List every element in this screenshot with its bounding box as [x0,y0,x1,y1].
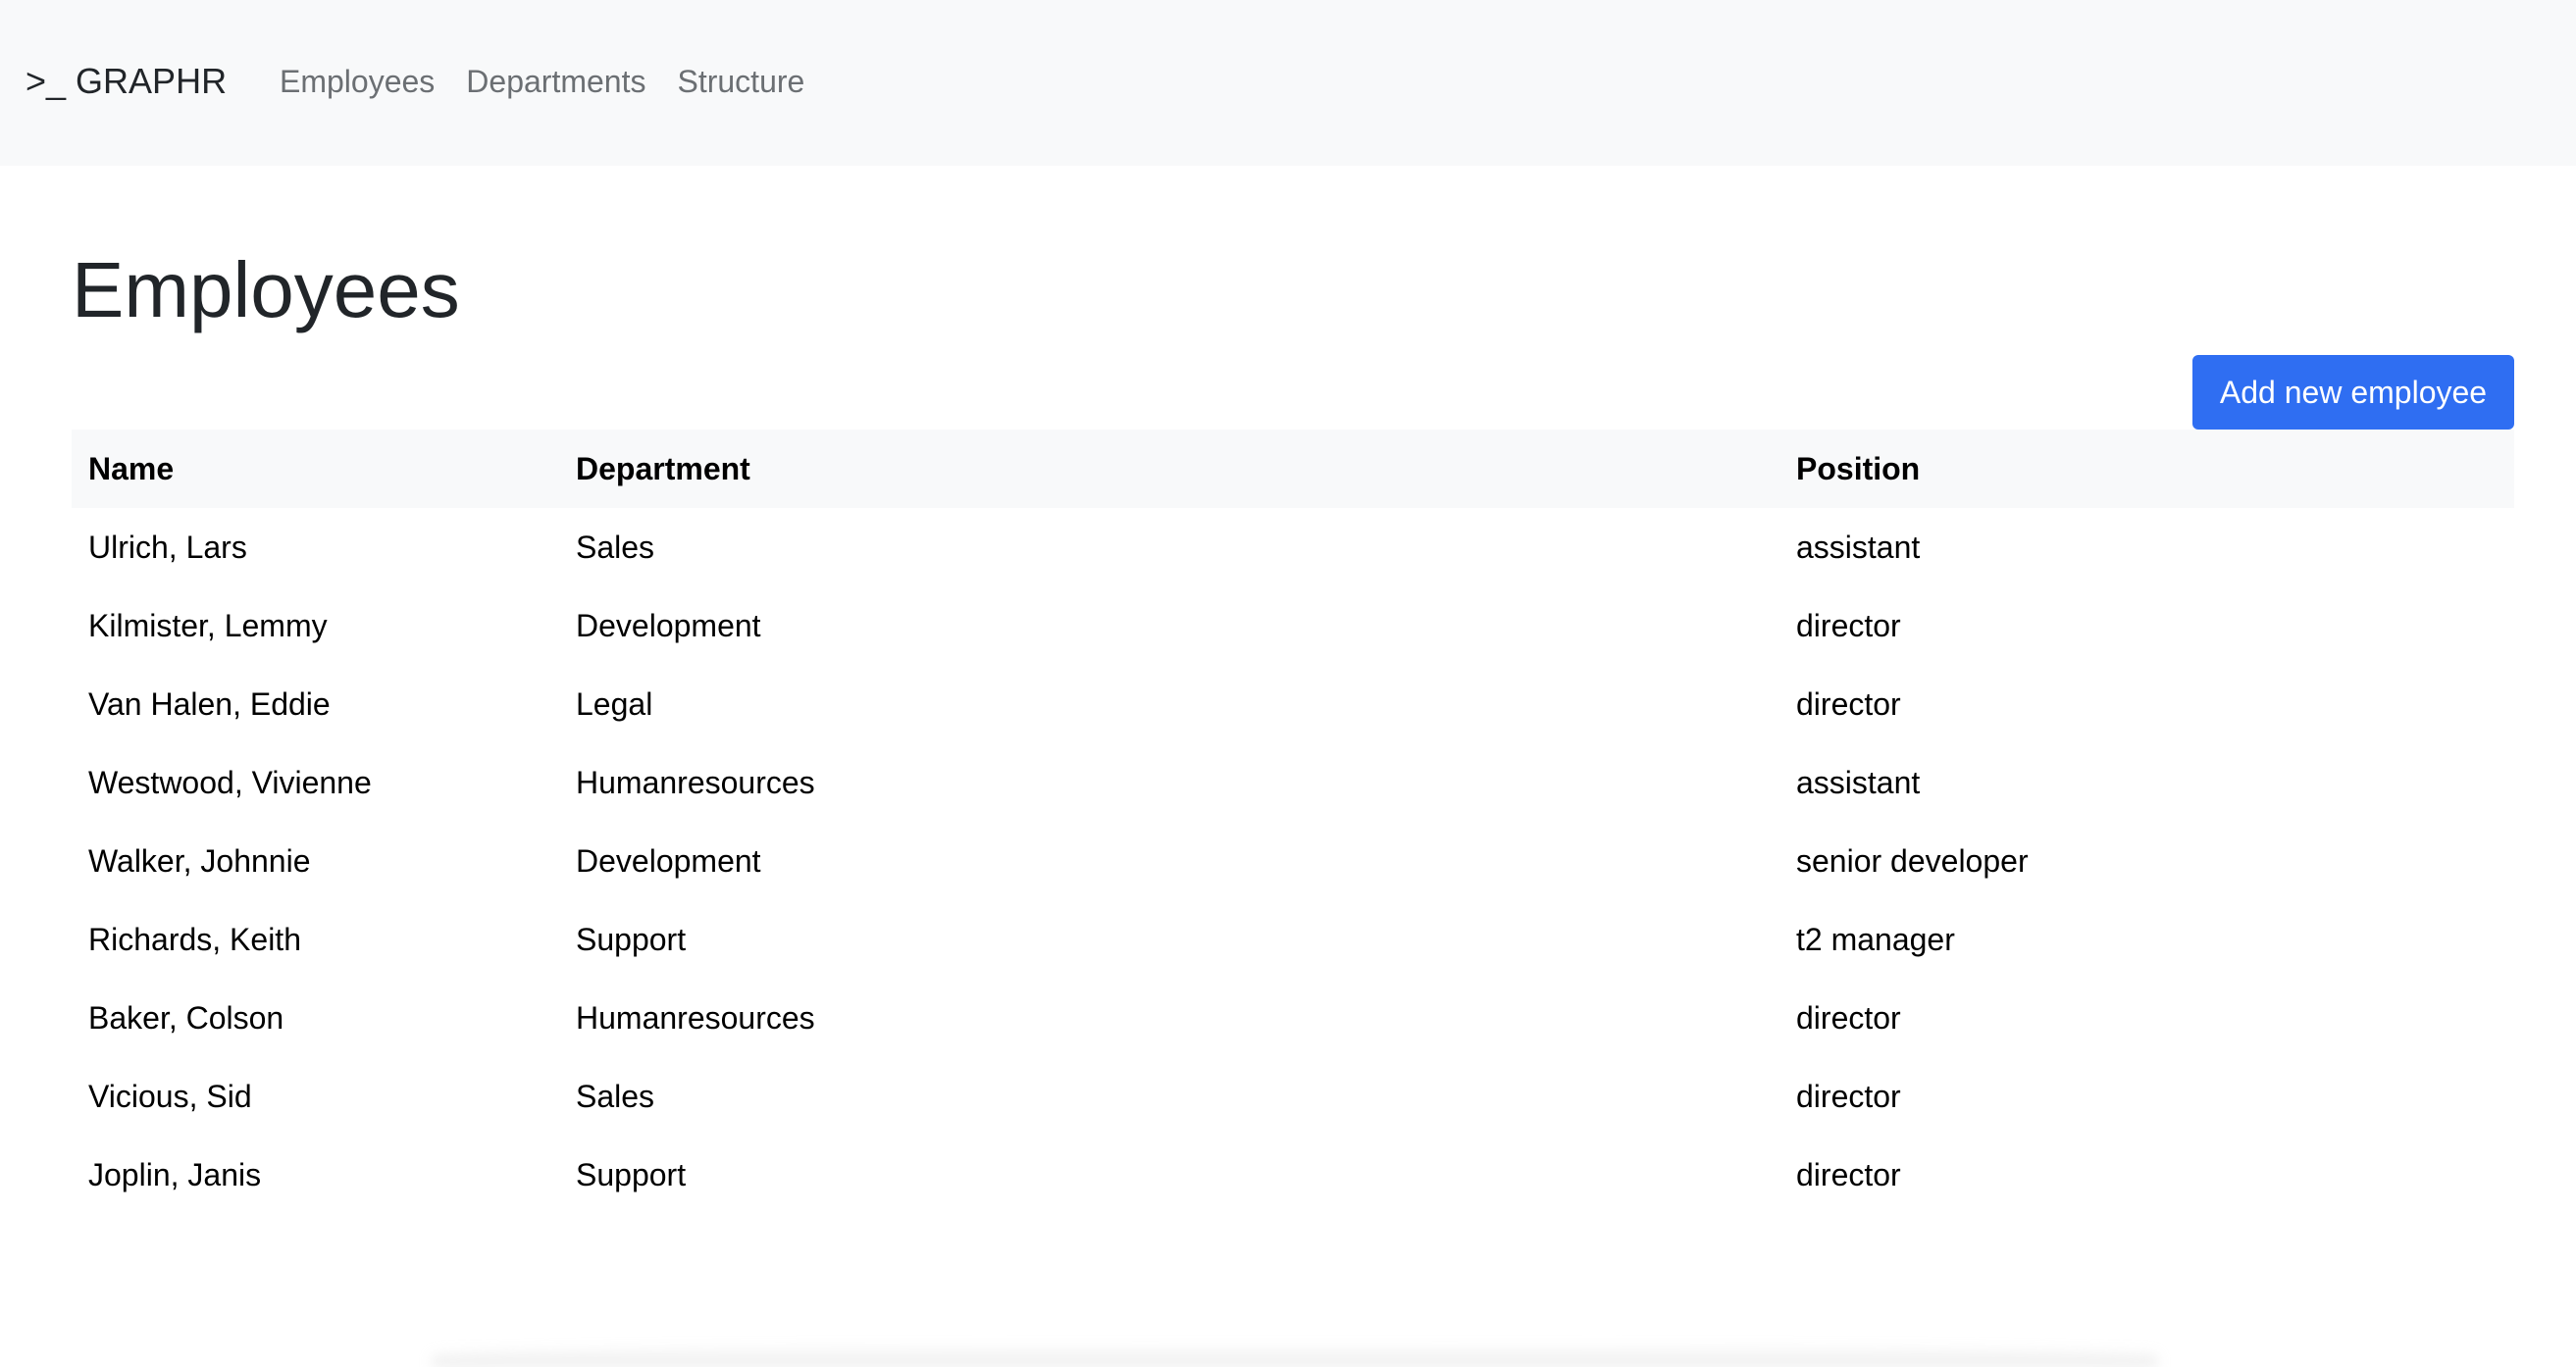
cell-name: Richards, Keith [88,921,301,957]
table-row[interactable]: Joplin, Janis Support director [72,1136,2514,1214]
add-employee-button[interactable]: Add new employee [2192,355,2514,430]
cell-name: Vicious, Sid [88,1078,252,1114]
cell-department: Sales [576,529,655,565]
brand-logo[interactable]: >_ GRAPHR [26,55,227,108]
table-row[interactable]: Baker, Colson Humanresources director [72,979,2514,1057]
navbar: >_ GRAPHR Employees Departments Structur… [0,0,2576,166]
bottom-shadow [432,1343,2158,1367]
cell-position: assistant [1796,529,1921,565]
cell-position: senior developer [1796,842,2029,879]
table-row[interactable]: Richards, Keith Support t2 manager [72,900,2514,979]
column-header-department: Department [576,450,750,486]
cell-department: Humanresources [576,764,815,800]
nav-link-structure[interactable]: Structure [677,55,804,108]
cell-position: t2 manager [1796,921,1955,957]
table-row[interactable]: Van Halen, Eddie Legal director [72,665,2514,743]
cell-position: director [1796,1156,1901,1192]
nav-link-employees[interactable]: Employees [280,55,435,108]
table-row[interactable]: Vicious, Sid Sales director [72,1057,2514,1136]
cell-department: Humanresources [576,999,815,1036]
cell-position: director [1796,1078,1901,1114]
cell-department: Development [576,842,761,879]
cell-position: director [1796,999,1901,1036]
cell-department: Support [576,1156,687,1192]
cell-name: Joplin, Janis [88,1156,262,1192]
cell-department: Sales [576,1078,655,1114]
table-header: Name Department Position [72,430,2514,508]
column-header-name: Name [88,450,175,486]
table-row[interactable]: Westwood, Vivienne Humanresources assist… [72,743,2514,822]
nav-links: Employees Departments Structure [280,55,836,108]
nav-link-departments[interactable]: Departments [466,55,645,108]
cell-name: Baker, Colson [88,999,284,1036]
table-header-row: Name Department Position [72,430,2514,508]
cell-name: Westwood, Vivienne [88,764,372,800]
table-row[interactable]: Kilmister, Lemmy Development director [72,586,2514,665]
cell-department: Support [576,921,687,957]
cell-name: Walker, Johnnie [88,842,311,879]
cell-department: Legal [576,685,653,722]
column-header-position: Position [1796,450,1921,486]
cell-department: Development [576,607,761,643]
employees-table: Name Department Position Ulrich, Lars Sa… [72,430,2514,1214]
cell-position: assistant [1796,764,1921,800]
cell-position: director [1796,607,1901,643]
table-row[interactable]: Walker, Johnnie Development senior devel… [72,822,2514,900]
page-title: Employees [72,246,460,333]
cell-name: Van Halen, Eddie [88,685,331,722]
table-body: Ulrich, Lars Sales assistant Kilmister, … [72,508,2514,1214]
cell-name: Kilmister, Lemmy [88,607,328,643]
cell-position: director [1796,685,1901,722]
cell-name: Ulrich, Lars [88,529,247,565]
table-row[interactable]: Ulrich, Lars Sales assistant [72,508,2514,586]
